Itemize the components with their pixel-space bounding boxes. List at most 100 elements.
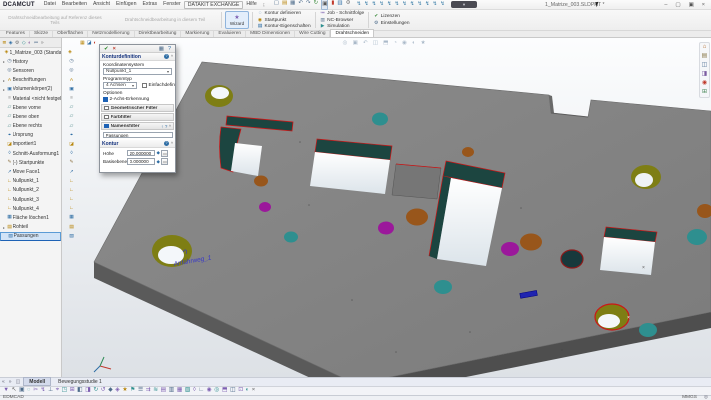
tree-item[interactable]: ◈ 1_Matrize_003 (Standard) <<Standa bbox=[0, 48, 61, 57]
hole-teal-5[interactable] bbox=[687, 229, 707, 245]
new-document-icon[interactable]: ▢ bbox=[274, 0, 279, 10]
hole-brown-4[interactable] bbox=[462, 147, 474, 157]
tree-item[interactable]: ∟ Nullpunkt_3 bbox=[0, 195, 61, 204]
name-filter-group[interactable]: Namensfilter ↑ ? ^ bbox=[101, 122, 174, 130]
tree-item[interactable]: ▱ Ebene rechts bbox=[0, 122, 61, 131]
hole-magenta-3[interactable] bbox=[501, 242, 519, 256]
section-help-icon[interactable]: ? bbox=[164, 54, 169, 59]
tree-item[interactable]: ◎ Sensoren bbox=[0, 66, 61, 75]
flyout-tree-icon[interactable]: ∟ bbox=[63, 204, 77, 213]
save-icon[interactable]: ▦ bbox=[290, 0, 295, 10]
menu-item[interactable]: Datei bbox=[41, 1, 59, 9]
search-button[interactable]: ▾ bbox=[451, 1, 477, 8]
flyout-tree-icon[interactable]: ↗ bbox=[63, 167, 77, 176]
menu-item[interactable]: Fenster bbox=[160, 1, 184, 9]
name-filter-browse-button[interactable]: ▦ bbox=[175, 132, 177, 139]
command-tab[interactable]: Drahtschneiden bbox=[330, 29, 374, 37]
restore-button[interactable]: ▣ bbox=[685, 2, 698, 8]
view-orientation-icon[interactable]: ⬒ bbox=[383, 40, 388, 46]
dcamcut-tool-icon[interactable]: ↯ bbox=[440, 0, 445, 9]
undo-icon[interactable]: ↶ bbox=[298, 0, 303, 10]
flyout-tree-icon[interactable]: ✎ bbox=[63, 158, 77, 167]
flyout-tree-icon[interactable]: ▱ bbox=[63, 103, 77, 112]
flyout-tree-icon[interactable]: ◪ bbox=[63, 140, 77, 149]
display-style-icon[interactable]: ◔ bbox=[394, 40, 397, 46]
flyout-tree-icon[interactable]: ∟ bbox=[63, 186, 77, 195]
columns-icon[interactable]: ▥ bbox=[337, 0, 342, 10]
tree-item[interactable]: ▱ Ebene vorne bbox=[0, 103, 61, 112]
cam-tree-tab-icon[interactable]: ≔ bbox=[34, 40, 39, 46]
program-type-select[interactable]: 4 Achsen ▾ bbox=[103, 82, 137, 89]
hole-darkteal-red[interactable] bbox=[561, 250, 583, 268]
tree-item[interactable]: ▸ ▣ Volumenkörper(2) bbox=[0, 85, 61, 94]
cancel-button[interactable]: × bbox=[113, 46, 116, 52]
file-explorer-icon[interactable]: ◫ bbox=[702, 61, 708, 70]
zoom-area-icon[interactable]: ▣ bbox=[353, 40, 358, 46]
previous-view-icon[interactable]: ↶ bbox=[363, 40, 368, 46]
menu-item[interactable]: Einfügen bbox=[113, 1, 139, 9]
chevron-up-icon[interactable]: ^ bbox=[171, 54, 173, 59]
custom-properties-icon[interactable]: ⊞ bbox=[702, 88, 707, 97]
overflow-icon[interactable]: » bbox=[41, 40, 44, 46]
command-tab[interactable]: Wire Cutting bbox=[295, 30, 330, 37]
options-gear-icon[interactable]: ⚙ bbox=[346, 0, 351, 10]
step-pocket[interactable] bbox=[392, 164, 441, 199]
zoom-fit-icon[interactable]: ◎ bbox=[343, 40, 348, 46]
command-tab[interactable]: Direktbearbeitung bbox=[135, 30, 182, 37]
tree-item[interactable]: ≡ Material <nicht festgelegt> bbox=[0, 94, 61, 103]
hole-brown-2[interactable] bbox=[406, 209, 428, 226]
tree-item[interactable]: ⌖ Ursprung bbox=[0, 131, 61, 140]
flyout-tree-icon[interactable]: ▧ bbox=[63, 232, 77, 241]
status-icon[interactable]: ◎ bbox=[704, 395, 708, 400]
menu-item[interactable]: Ansicht bbox=[90, 1, 113, 9]
maximize-button[interactable]: ▢ bbox=[671, 2, 684, 8]
dcamcut-tool-icon[interactable]: ↯ bbox=[433, 0, 438, 9]
name-filter-input[interactable] bbox=[103, 132, 173, 139]
dcamcut-tool-icon[interactable]: ↯ bbox=[402, 0, 407, 9]
dcamcut-tool-icon[interactable]: ↯ bbox=[417, 0, 422, 9]
single-definition-option[interactable]: Einfachdefinition bbox=[140, 83, 176, 88]
tree-item[interactable]: ◪ Importiert1 bbox=[0, 140, 61, 149]
hide-show-icon[interactable]: ◉ bbox=[402, 40, 407, 46]
command-tab[interactable]: Oberflächen bbox=[53, 30, 88, 37]
command-tab[interactable]: Skizze bbox=[30, 30, 53, 37]
view-palette-icon[interactable]: ◨ bbox=[702, 70, 708, 79]
hole-teal-3[interactable] bbox=[434, 280, 452, 294]
color-filter-group[interactable]: Farbfilter bbox=[101, 113, 174, 121]
flyout-tree-icon[interactable]: ▱ bbox=[63, 122, 77, 131]
tree-item[interactable]: ▸ ▤ Rohteil bbox=[0, 223, 61, 232]
coordinate-system-select[interactable]: Nullpunkt_1 ▾ bbox=[103, 68, 172, 75]
ok-button[interactable]: ✔ bbox=[104, 46, 109, 52]
flyout-tree-icon[interactable]: ≡ bbox=[63, 94, 77, 103]
dcamcut-tool-icon[interactable]: ↯ bbox=[372, 0, 377, 9]
geometric-filter-checkbox[interactable] bbox=[104, 106, 109, 111]
ribbon-big-button[interactable]: Drahtschneidbearbeitung in diesem Teil bbox=[112, 11, 218, 29]
dimxpert-tab-icon[interactable]: ◇ bbox=[22, 40, 26, 46]
flyout-tree-icon[interactable]: ∟ bbox=[63, 195, 77, 204]
base-plane-spin-button[interactable]: ▭ bbox=[161, 158, 168, 165]
configurations-tab-icon[interactable]: ⚙ bbox=[15, 40, 19, 46]
redo-icon[interactable]: ↷ bbox=[306, 0, 311, 10]
section-help-icon[interactable]: ? bbox=[164, 141, 169, 146]
dcamcut-tool-icon[interactable]: ↯ bbox=[387, 0, 392, 9]
color-filter-checkbox[interactable] bbox=[104, 115, 109, 120]
scene-icon[interactable]: ★ bbox=[421, 40, 426, 46]
tree-item[interactable]: ∟ Nullpunkt_2 bbox=[0, 186, 61, 195]
flyout-display-icon[interactable]: ◪ bbox=[87, 40, 92, 46]
flyout-tree-icon[interactable]: ◊ bbox=[63, 149, 77, 158]
tree-item[interactable]: ▸ ◷ History bbox=[0, 57, 61, 66]
section-header-konturdefinition[interactable]: Konturdefinition ? ^ bbox=[100, 53, 175, 61]
hole-brown-3[interactable] bbox=[520, 234, 542, 251]
propertymanager-tab-icon[interactable]: ◈ bbox=[9, 40, 13, 46]
flyout-appearance-icon[interactable]: ◐ bbox=[93, 40, 96, 46]
tree-item[interactable]: ↗ Move Face1 bbox=[0, 167, 61, 176]
height-spin-button[interactable]: ▭ bbox=[161, 150, 168, 157]
dcamcut-tool-icon[interactable]: ↯ bbox=[379, 0, 384, 9]
axis-detection-checkbox[interactable] bbox=[103, 97, 108, 102]
ribbon-button[interactable]: ▤ Kontur-Eigenschaften bbox=[257, 23, 311, 30]
help-icon[interactable]: ? bbox=[168, 46, 171, 52]
minimize-button[interactable]: – bbox=[660, 2, 671, 8]
scroll-left-icon[interactable]: « bbox=[2, 379, 5, 385]
tree-item[interactable]: ✎ (-) Startpunkte bbox=[0, 158, 61, 167]
picture-icon[interactable]: ▦ bbox=[159, 46, 164, 52]
